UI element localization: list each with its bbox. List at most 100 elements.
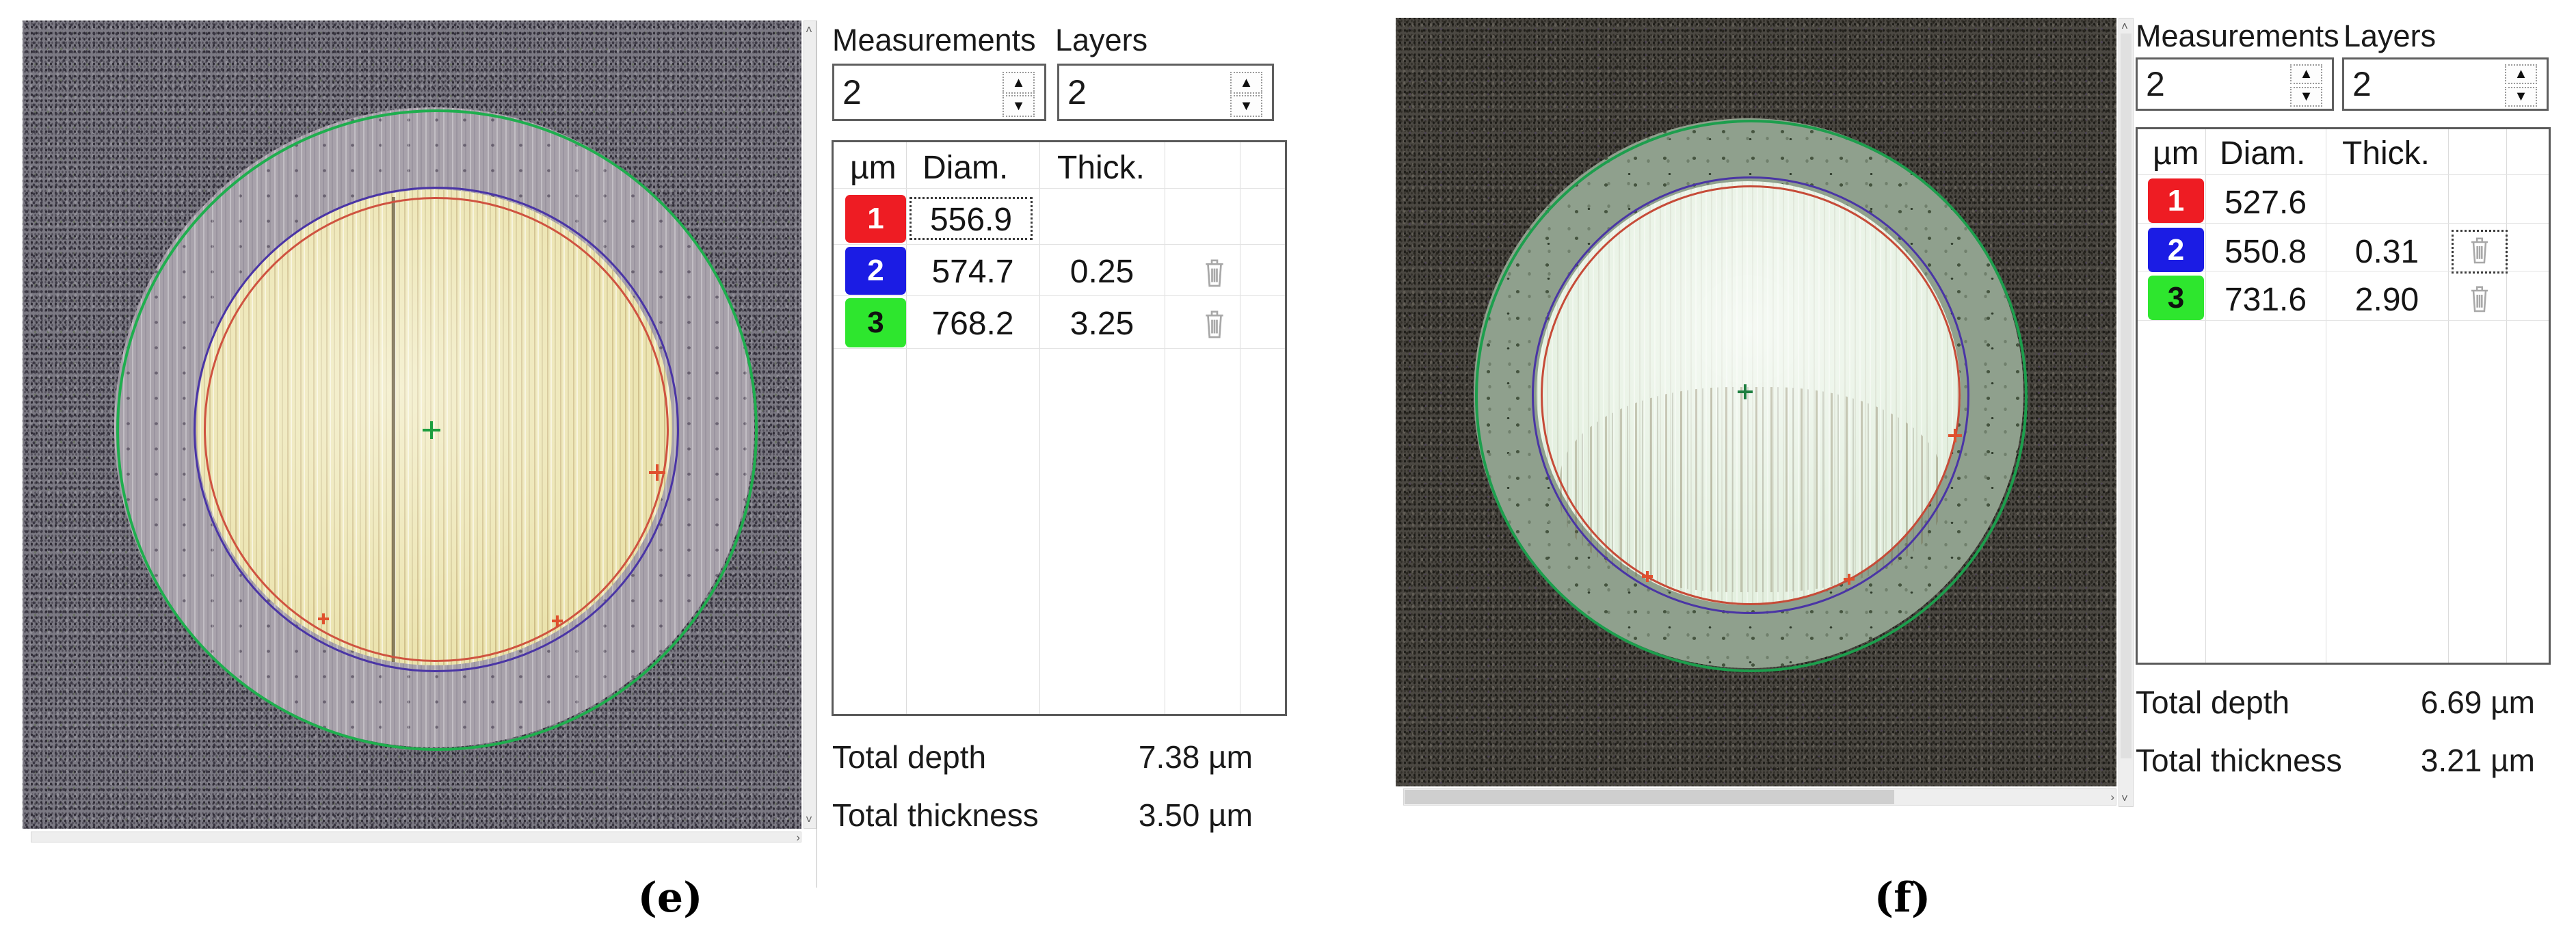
subfigure-caption-e: (e) bbox=[637, 874, 703, 922]
layer-row-chip[interactable]: 2 bbox=[845, 247, 906, 295]
row-separator bbox=[834, 244, 1285, 245]
scroll-right-icon[interactable]: › bbox=[2110, 791, 2114, 803]
measurements-value[interactable]: 2 bbox=[2146, 64, 2165, 104]
up-arrow-icon: ▲ bbox=[2299, 66, 2313, 81]
thick-cell[interactable]: 0.31 bbox=[2326, 233, 2448, 271]
trash-icon bbox=[2471, 286, 2488, 313]
layer-row-chip[interactable]: 3 bbox=[845, 298, 906, 347]
up-arrow-icon: ▲ bbox=[1011, 75, 1026, 90]
diam-cell[interactable]: 574.7 bbox=[906, 253, 1039, 291]
scroll-right-icon[interactable]: › bbox=[796, 832, 800, 843]
down-arrow-icon: ▼ bbox=[2299, 89, 2313, 104]
trash-icon bbox=[2471, 237, 2488, 264]
measurements-label: Measurements bbox=[2136, 18, 2339, 53]
delete-row-button[interactable] bbox=[1201, 256, 1227, 293]
column-header-unit: µm bbox=[2153, 135, 2199, 172]
horizontal-scrollbar[interactable]: › bbox=[31, 832, 801, 843]
layer-row-chip[interactable]: 1 bbox=[845, 195, 906, 243]
layers-value[interactable]: 2 bbox=[2352, 64, 2372, 104]
thick-cell[interactable]: 0.25 bbox=[1039, 253, 1165, 291]
column-separator bbox=[906, 142, 907, 714]
scrollbar-thumb[interactable] bbox=[2121, 34, 2132, 758]
vertical-scrollbar[interactable]: ˄ ˅ bbox=[2119, 18, 2134, 807]
total-depth-label: Total depth bbox=[2136, 685, 2290, 720]
column-separator bbox=[2448, 129, 2449, 663]
vertical-scrollbar[interactable]: ˄ ˅ bbox=[804, 21, 816, 829]
layers-table: µm Diam. Thick. 1 556.9 2 574.7 0.25 3 7… bbox=[832, 140, 1287, 716]
column-separator bbox=[2506, 129, 2507, 663]
measurements-label: Measurements bbox=[832, 23, 1036, 57]
measurements-spinner[interactable]: 2 ▲ ▼ bbox=[832, 64, 1046, 121]
scroll-up-icon[interactable]: ˄ bbox=[806, 24, 812, 36]
down-arrow-icon: ▼ bbox=[1011, 98, 1026, 114]
spin-up-button[interactable]: ▲ bbox=[1230, 72, 1262, 94]
delete-row-button[interactable] bbox=[1201, 307, 1227, 345]
layers-label: Layers bbox=[1055, 23, 1148, 57]
spin-down-button[interactable]: ▼ bbox=[2290, 87, 2322, 107]
spin-down-button[interactable]: ▼ bbox=[1230, 95, 1262, 117]
total-depth-value: 6.69 µm bbox=[2420, 685, 2535, 720]
spin-up-button[interactable]: ▲ bbox=[2290, 64, 2322, 84]
layer-row-chip[interactable]: 1 bbox=[2148, 178, 2204, 223]
row-separator bbox=[2138, 320, 2549, 321]
layer-row-chip[interactable]: 3 bbox=[2148, 276, 2204, 320]
row-separator bbox=[834, 188, 1285, 189]
measurements-spinner[interactable]: 2 ▲ ▼ bbox=[2136, 57, 2334, 111]
spin-up-button[interactable]: ▲ bbox=[1002, 72, 1035, 94]
subfigure-caption-f: (f) bbox=[1874, 874, 1931, 922]
down-arrow-icon: ▼ bbox=[2514, 89, 2528, 104]
row-separator bbox=[2138, 174, 2549, 175]
red-measure-point bbox=[649, 464, 665, 481]
layers-spinner[interactable]: 2 ▲ ▼ bbox=[1057, 64, 1274, 121]
down-arrow-icon: ▼ bbox=[1239, 98, 1253, 114]
red-measure-point bbox=[1844, 574, 1855, 585]
red-measure-point bbox=[1948, 429, 1962, 442]
column-separator bbox=[1039, 142, 1040, 714]
layer-row-chip[interactable]: 2 bbox=[2148, 228, 2204, 272]
red-measure-point bbox=[1642, 571, 1653, 582]
micrograph-viewport-f[interactable] bbox=[1396, 18, 2116, 786]
scrollbar-thumb[interactable] bbox=[1405, 790, 1894, 804]
scroll-up-icon[interactable]: ˄ bbox=[2121, 21, 2128, 32]
diam-cell[interactable]: 768.2 bbox=[906, 305, 1039, 343]
thick-cell[interactable]: 2.90 bbox=[2326, 281, 2448, 319]
calotest-measurement-screenshot: ˄ ˅ › Measurements Layers 2 ▲ ▼ 2 ▲ ▼ µm… bbox=[0, 0, 2576, 943]
layers-value[interactable]: 2 bbox=[1067, 72, 1087, 112]
row-separator bbox=[2138, 223, 2549, 224]
horizontal-scrollbar[interactable]: › bbox=[1403, 788, 2116, 806]
measurements-value[interactable]: 2 bbox=[842, 72, 862, 112]
delete-row-button[interactable] bbox=[2467, 282, 2492, 319]
diam-cell[interactable]: 550.8 bbox=[2205, 233, 2326, 271]
total-thickness-value: 3.21 µm bbox=[2420, 743, 2535, 778]
diam-cell[interactable]: 556.9 bbox=[909, 201, 1033, 239]
trash-icon bbox=[1206, 310, 1223, 338]
total-thickness-value: 3.50 µm bbox=[1138, 797, 1253, 833]
total-thickness-label: Total thickness bbox=[832, 797, 1039, 833]
layers-label: Layers bbox=[2343, 18, 2436, 53]
row-separator bbox=[834, 348, 1285, 349]
diam-cell[interactable]: 731.6 bbox=[2205, 281, 2326, 319]
total-thickness-label: Total thickness bbox=[2136, 743, 2342, 778]
column-header-diam: Diam. bbox=[2220, 135, 2306, 172]
layers-spinner[interactable]: 2 ▲ ▼ bbox=[2342, 57, 2549, 111]
center-cross-marker bbox=[1738, 384, 1753, 399]
thick-cell[interactable]: 3.25 bbox=[1039, 305, 1165, 343]
trash-icon bbox=[1206, 259, 1223, 287]
column-header-thick: Thick. bbox=[1057, 150, 1145, 186]
panel-splitter bbox=[816, 21, 817, 888]
delete-row-button[interactable] bbox=[2467, 234, 2492, 270]
micrograph-viewport-e[interactable] bbox=[23, 21, 801, 829]
red-measure-point bbox=[552, 615, 563, 626]
column-header-thick: Thick. bbox=[2342, 135, 2430, 172]
spin-up-button[interactable]: ▲ bbox=[2505, 64, 2537, 84]
column-header-unit: µm bbox=[850, 150, 897, 186]
total-depth-value: 7.38 µm bbox=[1138, 739, 1253, 775]
scroll-down-icon[interactable]: ˅ bbox=[2121, 793, 2128, 804]
red-measure-point bbox=[318, 613, 329, 624]
spin-down-button[interactable]: ▼ bbox=[2505, 87, 2537, 107]
spin-down-button[interactable]: ▼ bbox=[1002, 95, 1035, 117]
scroll-down-icon[interactable]: ˅ bbox=[806, 814, 812, 825]
diam-cell[interactable]: 527.6 bbox=[2205, 184, 2326, 222]
total-depth-label: Total depth bbox=[832, 739, 987, 775]
column-header-diam: Diam. bbox=[922, 150, 1009, 186]
